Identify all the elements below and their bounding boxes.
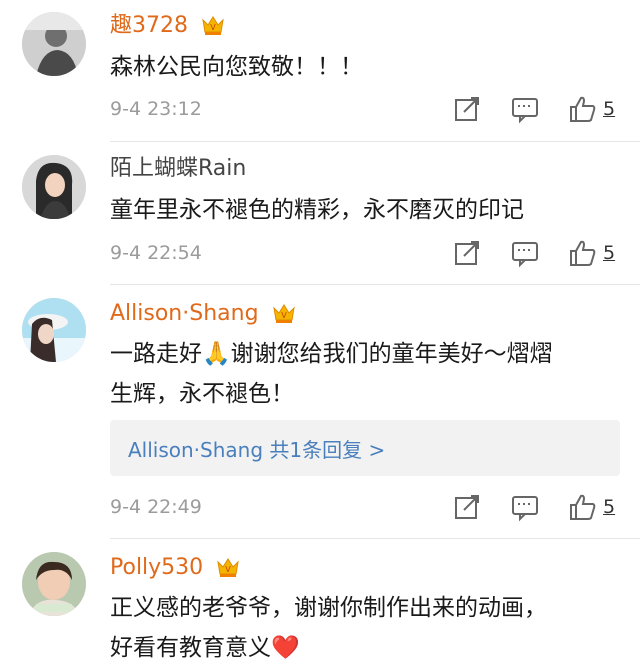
username[interactable]: Polly530 V [110,554,240,586]
svg-text:V: V [281,311,287,320]
share-icon[interactable] [452,94,482,124]
vip-crown-icon: V [216,556,240,586]
comment-icon[interactable] [510,94,540,124]
divider [110,538,640,539]
timestamp: 9-4 22:54 [110,242,202,264]
avatar[interactable] [22,552,86,616]
comment-text: 森林公民向您致敬！！！ [110,54,363,80]
svg-text:V: V [225,565,231,574]
svg-text:V: V [210,23,216,32]
username[interactable]: Allison·Shang V [110,300,296,332]
view-replies-link[interactable]: Allison·Shang 共1条回复 > [128,434,385,463]
comment-text: 正义感的老爷爷，谢谢你制作出来的动画， 好看有教育意义❤️ [110,595,547,661]
like-icon[interactable] [568,492,598,522]
avatar[interactable] [22,12,86,76]
username[interactable]: 陌上蝴蝶Rain [110,155,246,183]
timestamp: 9-4 23:12 [110,98,202,120]
heart-emoji: ❤️ [271,635,300,661]
timestamp: 9-4 22:49 [110,496,202,518]
divider [110,284,640,285]
share-icon[interactable] [452,492,482,522]
vip-crown-icon: V [201,14,225,44]
vip-crown-icon: V [272,302,296,332]
comment-text: 一路走好🙏谢谢您给我们的童年美好～熠熠 生辉，永不褪色！ [110,341,553,407]
share-icon[interactable] [452,238,482,268]
like-count[interactable]: 5 [603,97,615,121]
username[interactable]: 趣3728 V [110,12,225,44]
avatar[interactable] [22,298,86,362]
like-count[interactable]: 5 [603,495,615,519]
like-count[interactable]: 5 [603,241,615,265]
like-icon[interactable] [568,238,598,268]
comment-icon[interactable] [510,238,540,268]
reply-box[interactable]: Allison·Shang 共1条回复 > [110,420,620,476]
divider [110,141,640,142]
avatar[interactable] [22,155,86,219]
comment-text: 童年里永不褪色的精彩，永不磨灭的印记 [110,197,524,223]
like-icon[interactable] [568,94,598,124]
comment-icon[interactable] [510,492,540,522]
